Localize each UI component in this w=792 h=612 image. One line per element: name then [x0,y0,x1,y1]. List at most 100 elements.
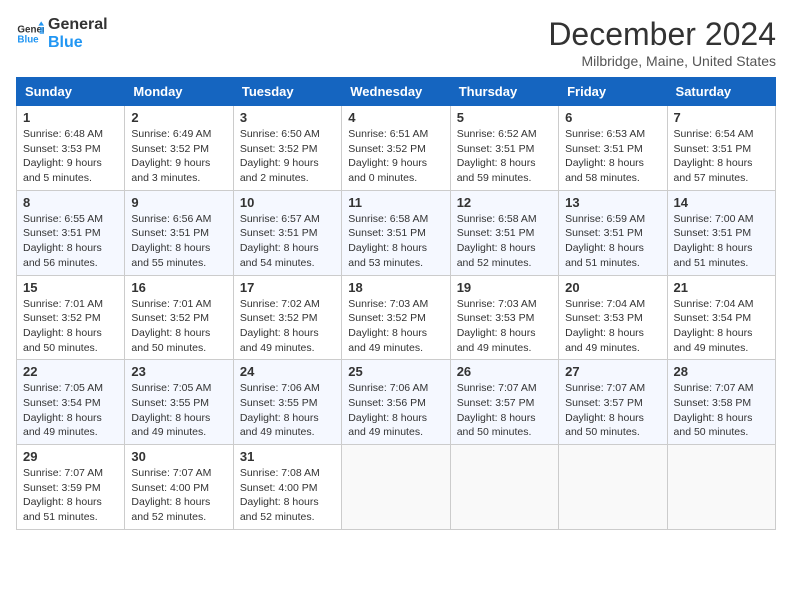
day-number: 16 [131,280,226,295]
logo-blue: Blue [48,34,108,52]
day-info: Sunrise: 7:07 AMSunset: 3:59 PMDaylight:… [23,467,103,523]
calendar-cell: 26 Sunrise: 7:07 AMSunset: 3:57 PMDaylig… [450,360,558,445]
day-info: Sunrise: 6:56 AMSunset: 3:51 PMDaylight:… [131,213,211,269]
calendar-cell: 28 Sunrise: 7:07 AMSunset: 3:58 PMDaylig… [667,360,775,445]
day-number: 22 [23,364,118,379]
day-number: 18 [348,280,443,295]
day-number: 13 [565,195,660,210]
day-number: 7 [674,110,769,125]
day-number: 31 [240,449,335,464]
calendar-cell: 18 Sunrise: 7:03 AMSunset: 3:52 PMDaylig… [342,275,450,360]
day-number: 5 [457,110,552,125]
day-info: Sunrise: 6:54 AMSunset: 3:51 PMDaylight:… [674,128,754,184]
svg-text:Blue: Blue [17,34,39,45]
day-info: Sunrise: 6:53 AMSunset: 3:51 PMDaylight:… [565,128,645,184]
day-info: Sunrise: 7:07 AMSunset: 3:57 PMDaylight:… [457,382,537,438]
day-info: Sunrise: 7:03 AMSunset: 3:52 PMDaylight:… [348,298,428,354]
day-number: 1 [23,110,118,125]
day-number: 20 [565,280,660,295]
header: General Blue General Blue December 2024 … [16,16,776,69]
day-number: 17 [240,280,335,295]
day-number: 15 [23,280,118,295]
logo-general: General [48,16,108,34]
day-number: 19 [457,280,552,295]
calendar-cell: 22 Sunrise: 7:05 AMSunset: 3:54 PMDaylig… [17,360,125,445]
day-number: 23 [131,364,226,379]
title-area: December 2024 Milbridge, Maine, United S… [548,16,776,69]
calendar-cell: 10 Sunrise: 6:57 AMSunset: 3:51 PMDaylig… [233,190,341,275]
page-title: December 2024 [548,16,776,53]
day-info: Sunrise: 7:06 AMSunset: 3:56 PMDaylight:… [348,382,428,438]
day-number: 26 [457,364,552,379]
calendar-cell: 19 Sunrise: 7:03 AMSunset: 3:53 PMDaylig… [450,275,558,360]
weekday-header-saturday: Saturday [667,78,775,106]
day-number: 14 [674,195,769,210]
calendar-cell: 5 Sunrise: 6:52 AMSunset: 3:51 PMDayligh… [450,106,558,191]
calendar-cell [450,445,558,530]
calendar-cell: 6 Sunrise: 6:53 AMSunset: 3:51 PMDayligh… [559,106,667,191]
day-info: Sunrise: 7:01 AMSunset: 3:52 PMDaylight:… [23,298,103,354]
calendar-cell: 31 Sunrise: 7:08 AMSunset: 4:00 PMDaylig… [233,445,341,530]
calendar-cell: 11 Sunrise: 6:58 AMSunset: 3:51 PMDaylig… [342,190,450,275]
calendar-cell: 15 Sunrise: 7:01 AMSunset: 3:52 PMDaylig… [17,275,125,360]
calendar-cell: 25 Sunrise: 7:06 AMSunset: 3:56 PMDaylig… [342,360,450,445]
calendar-cell: 24 Sunrise: 7:06 AMSunset: 3:55 PMDaylig… [233,360,341,445]
calendar-cell: 20 Sunrise: 7:04 AMSunset: 3:53 PMDaylig… [559,275,667,360]
weekday-header-monday: Monday [125,78,233,106]
day-info: Sunrise: 7:07 AMSunset: 3:57 PMDaylight:… [565,382,645,438]
calendar-cell [559,445,667,530]
weekday-header-wednesday: Wednesday [342,78,450,106]
calendar-cell: 1 Sunrise: 6:48 AMSunset: 3:53 PMDayligh… [17,106,125,191]
day-info: Sunrise: 7:02 AMSunset: 3:52 PMDaylight:… [240,298,320,354]
day-number: 10 [240,195,335,210]
day-number: 30 [131,449,226,464]
day-info: Sunrise: 6:49 AMSunset: 3:52 PMDaylight:… [131,128,211,184]
day-info: Sunrise: 7:04 AMSunset: 3:53 PMDaylight:… [565,298,645,354]
day-info: Sunrise: 6:55 AMSunset: 3:51 PMDaylight:… [23,213,103,269]
day-number: 4 [348,110,443,125]
day-number: 9 [131,195,226,210]
day-info: Sunrise: 7:01 AMSunset: 3:52 PMDaylight:… [131,298,211,354]
day-number: 21 [674,280,769,295]
day-number: 24 [240,364,335,379]
calendar-cell: 13 Sunrise: 6:59 AMSunset: 3:51 PMDaylig… [559,190,667,275]
weekday-header-tuesday: Tuesday [233,78,341,106]
day-info: Sunrise: 7:03 AMSunset: 3:53 PMDaylight:… [457,298,537,354]
day-info: Sunrise: 7:07 AMSunset: 3:58 PMDaylight:… [674,382,754,438]
day-number: 12 [457,195,552,210]
day-info: Sunrise: 7:00 AMSunset: 3:51 PMDaylight:… [674,213,754,269]
weekday-header-friday: Friday [559,78,667,106]
calendar-cell [342,445,450,530]
day-number: 27 [565,364,660,379]
day-info: Sunrise: 7:04 AMSunset: 3:54 PMDaylight:… [674,298,754,354]
day-number: 29 [23,449,118,464]
day-info: Sunrise: 6:48 AMSunset: 3:53 PMDaylight:… [23,128,103,184]
day-info: Sunrise: 6:59 AMSunset: 3:51 PMDaylight:… [565,213,645,269]
day-info: Sunrise: 6:50 AMSunset: 3:52 PMDaylight:… [240,128,320,184]
day-number: 3 [240,110,335,125]
day-number: 8 [23,195,118,210]
day-info: Sunrise: 6:58 AMSunset: 3:51 PMDaylight:… [348,213,428,269]
calendar-cell: 3 Sunrise: 6:50 AMSunset: 3:52 PMDayligh… [233,106,341,191]
calendar-cell [667,445,775,530]
day-number: 6 [565,110,660,125]
weekday-header-sunday: Sunday [17,78,125,106]
calendar-cell: 16 Sunrise: 7:01 AMSunset: 3:52 PMDaylig… [125,275,233,360]
page-subtitle: Milbridge, Maine, United States [548,53,776,69]
calendar-cell: 2 Sunrise: 6:49 AMSunset: 3:52 PMDayligh… [125,106,233,191]
day-info: Sunrise: 7:05 AMSunset: 3:55 PMDaylight:… [131,382,211,438]
calendar-cell: 14 Sunrise: 7:00 AMSunset: 3:51 PMDaylig… [667,190,775,275]
calendar-table: SundayMondayTuesdayWednesdayThursdayFrid… [16,77,776,530]
calendar-cell: 27 Sunrise: 7:07 AMSunset: 3:57 PMDaylig… [559,360,667,445]
calendar-cell: 29 Sunrise: 7:07 AMSunset: 3:59 PMDaylig… [17,445,125,530]
day-info: Sunrise: 7:06 AMSunset: 3:55 PMDaylight:… [240,382,320,438]
logo-icon: General Blue [16,20,44,48]
calendar-cell: 23 Sunrise: 7:05 AMSunset: 3:55 PMDaylig… [125,360,233,445]
calendar-cell: 17 Sunrise: 7:02 AMSunset: 3:52 PMDaylig… [233,275,341,360]
day-info: Sunrise: 6:57 AMSunset: 3:51 PMDaylight:… [240,213,320,269]
day-info: Sunrise: 7:07 AMSunset: 4:00 PMDaylight:… [131,467,211,523]
calendar-cell: 12 Sunrise: 6:58 AMSunset: 3:51 PMDaylig… [450,190,558,275]
day-number: 2 [131,110,226,125]
day-info: Sunrise: 6:52 AMSunset: 3:51 PMDaylight:… [457,128,537,184]
calendar-cell: 30 Sunrise: 7:07 AMSunset: 4:00 PMDaylig… [125,445,233,530]
